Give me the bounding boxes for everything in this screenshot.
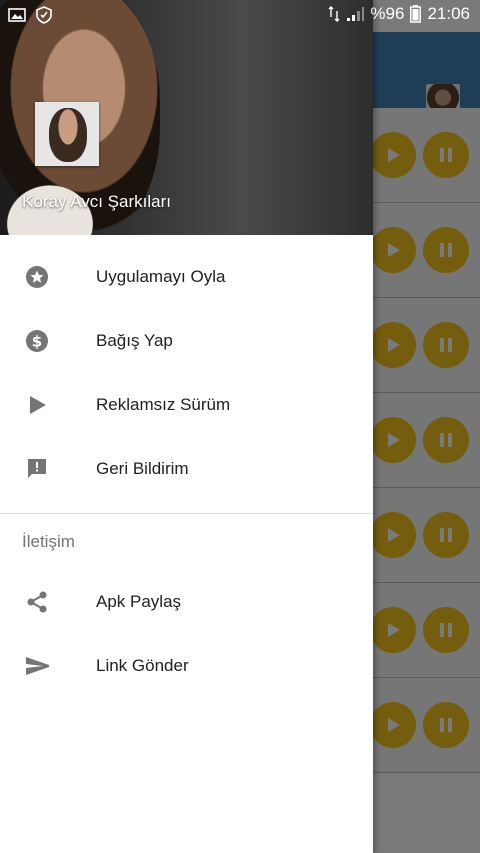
section-title-contact: İletişim (22, 532, 75, 551)
share-icon (25, 590, 49, 614)
menu-item-rate-app[interactable]: Uygulamayı Oyla (0, 245, 373, 309)
gallery-icon (8, 6, 26, 24)
battery-icon (410, 5, 422, 23)
battery-percent: %96 (370, 4, 405, 23)
play-icon (25, 393, 49, 417)
star-circle-icon (25, 265, 49, 289)
navigation-drawer: Koray Avcı Şarkıları Uygulamayı Oyla $ B… (0, 0, 373, 853)
feedback-icon (25, 457, 49, 481)
data-arrows-icon (328, 5, 340, 23)
menu-item-donate[interactable]: $ Bağış Yap (0, 309, 373, 373)
shield-check-icon (36, 6, 52, 24)
send-icon (25, 654, 49, 678)
menu-item-label: Reklamsız Sürüm (96, 395, 231, 414)
menu-item-label: Link Gönder (96, 656, 189, 675)
drawer-header-title: Koray Avcı Şarkıları (22, 192, 171, 211)
menu-item-feedback[interactable]: Geri Bildirim (0, 437, 373, 501)
menu-item-label: Geri Bildirim (96, 459, 189, 478)
menu-item-send-link[interactable]: Link Gönder (0, 634, 373, 698)
menu-item-share-apk[interactable]: Apk Paylaş (0, 570, 373, 634)
clock: 21:06 (427, 4, 470, 23)
menu-item-label: Apk Paylaş (96, 592, 182, 611)
signal-icon (346, 6, 365, 22)
svg-text:$: $ (32, 333, 42, 351)
status-bar: %96 21:06 (0, 0, 480, 32)
header-avatar[interactable] (35, 102, 99, 166)
avatar-face (49, 108, 87, 162)
menu-item-label: Bağış Yap (96, 331, 173, 350)
drawer-header: Koray Avcı Şarkıları (0, 0, 373, 235)
menu-item-label: Uygulamayı Oyla (96, 267, 226, 286)
menu-item-ad-free[interactable]: Reklamsız Sürüm (0, 373, 373, 437)
dollar-circle-icon: $ (25, 329, 49, 353)
drawer-menu: Uygulamayı Oyla $ Bağış Yap Reklamsız Sü… (0, 245, 373, 698)
